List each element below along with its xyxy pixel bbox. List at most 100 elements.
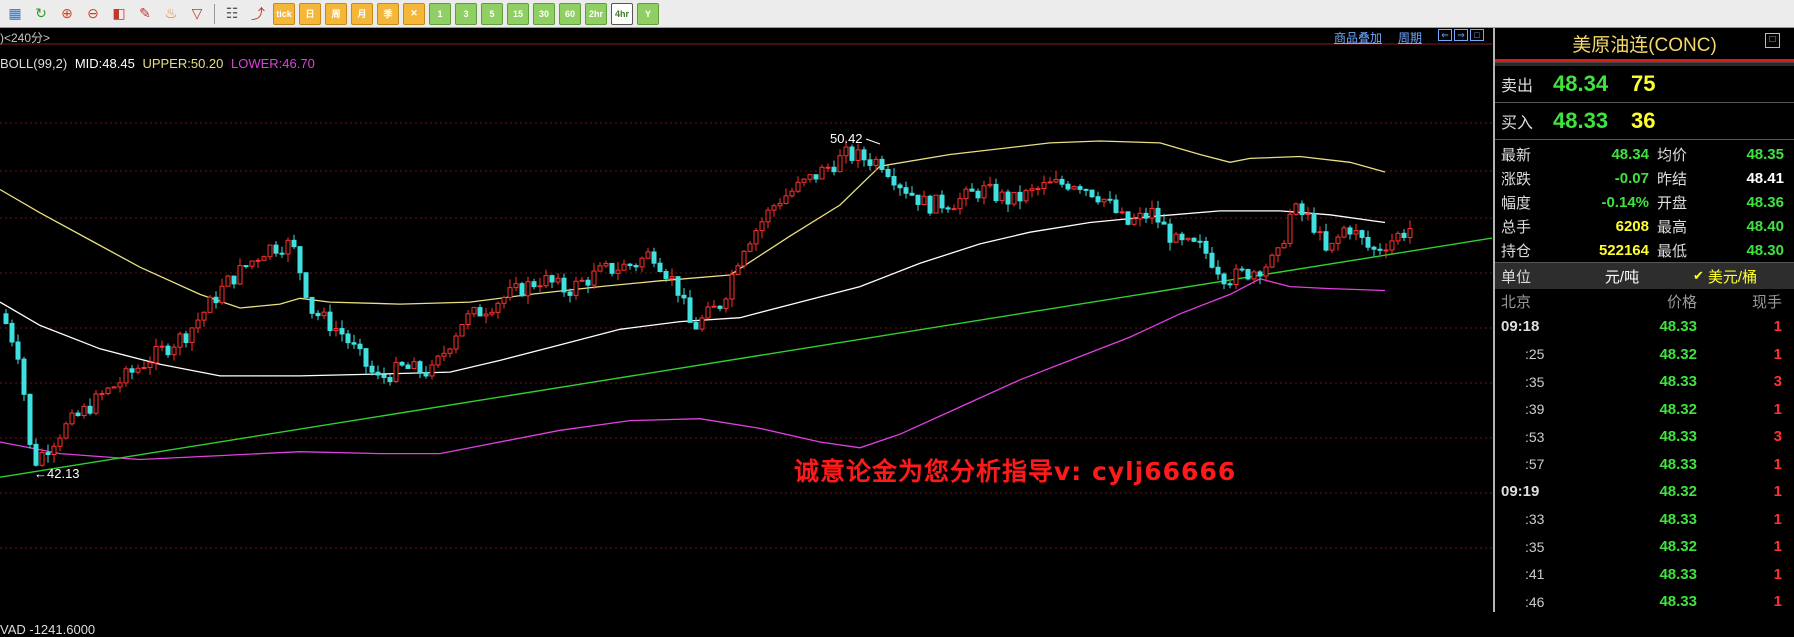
quarter-button[interactable]: 季 xyxy=(377,2,399,25)
hour4-button[interactable]: 4hr xyxy=(611,2,633,25)
candle xyxy=(231,275,237,289)
candle xyxy=(735,262,741,276)
trend-icon[interactable]: ⤴ xyxy=(247,3,269,25)
bid-volume: 36 xyxy=(1631,108,1656,133)
candle-body xyxy=(27,393,33,445)
candle xyxy=(675,276,681,303)
info-value: 48.40 xyxy=(1746,217,1784,235)
tick-time: 09:18 xyxy=(1501,318,1540,336)
overlay-link[interactable]: 商品叠加 xyxy=(1334,29,1382,46)
table-icon[interactable]: ☷ xyxy=(221,3,243,25)
candle-body xyxy=(615,269,621,274)
candle xyxy=(561,273,567,297)
info-value: 6208 xyxy=(1615,217,1649,235)
unit-option-cny[interactable]: 元/吨 xyxy=(1563,266,1681,287)
min30-button[interactable]: 30 xyxy=(533,2,555,25)
panel-toggle-icon[interactable]: □ xyxy=(1765,33,1780,48)
candle xyxy=(465,309,471,330)
info-value: 48.30 xyxy=(1746,241,1784,259)
candle xyxy=(351,334,357,349)
candle-body xyxy=(651,251,657,264)
unit-row[interactable]: 单位 元/吨 ✔ 美元/桶 xyxy=(1495,263,1794,289)
year-button[interactable]: Y xyxy=(637,2,659,25)
candle xyxy=(459,324,465,337)
week-button[interactable]: 周 xyxy=(325,2,347,25)
candle-body xyxy=(489,311,495,315)
min1-button[interactable]: 1 xyxy=(429,2,451,25)
candle xyxy=(1371,245,1377,257)
multi-period-button[interactable]: ✕ xyxy=(403,2,425,25)
candle xyxy=(363,347,369,375)
pen-icon[interactable]: ✎ xyxy=(134,3,156,25)
tick-qty: 3 xyxy=(1773,428,1782,446)
candle xyxy=(1389,233,1395,254)
candle-body xyxy=(1221,273,1227,285)
brush-icon[interactable]: ♨ xyxy=(160,3,182,25)
candle xyxy=(549,274,555,289)
candle xyxy=(969,183,975,192)
candle xyxy=(645,247,651,260)
instrument-title: 美原油连(CONC) □ xyxy=(1495,28,1794,62)
candle xyxy=(3,309,9,325)
tick-row: :35 48.32 1 xyxy=(1495,533,1794,561)
nav-left-icon[interactable]: ⇐ xyxy=(1438,29,1452,41)
zoom-out-icon[interactable]: ⊖ xyxy=(82,3,104,25)
min60-button[interactable]: 60 xyxy=(559,2,581,25)
candle xyxy=(285,237,291,262)
candle-body xyxy=(9,322,15,343)
info-value: -0.07 xyxy=(1614,169,1649,187)
candle xyxy=(777,198,783,210)
boll-upper-line xyxy=(0,140,1386,309)
candle-body xyxy=(1377,248,1383,251)
tick-list[interactable]: 09:18 48.33 1:25 48.32 1:35 48.33 3:39 48.32 1:5… xyxy=(1495,313,1794,616)
candle xyxy=(537,277,543,292)
kline-chart[interactable]: 50.42 ←42.13 )<240分> 商品叠加 周期 ⇐ ⇒ □ BOLL(9… xyxy=(0,28,1492,637)
candle xyxy=(1209,246,1215,269)
hour2-button[interactable]: 2hr xyxy=(585,2,607,25)
candle-body xyxy=(351,342,357,345)
nav-box-icon[interactable]: □ xyxy=(1470,29,1484,41)
min5-button[interactable]: 5 xyxy=(481,2,503,25)
tick-price: 48.33 xyxy=(1659,455,1697,473)
candle xyxy=(39,448,45,467)
candle-body xyxy=(345,333,351,344)
candle-body xyxy=(753,230,759,245)
candle-body xyxy=(639,257,645,268)
candle-body xyxy=(1287,213,1293,244)
candle-body xyxy=(1113,199,1119,213)
refresh-icon[interactable]: ↻ xyxy=(30,3,52,25)
candle-body xyxy=(303,272,309,298)
candle xyxy=(1401,229,1407,241)
tick-price: 48.32 xyxy=(1659,400,1697,418)
candle xyxy=(909,186,915,197)
period-link[interactable]: 周期 xyxy=(1398,29,1422,46)
candle-body xyxy=(21,358,27,395)
candle xyxy=(333,320,339,337)
window-icon[interactable]: ◧ xyxy=(108,3,130,25)
candle-body xyxy=(417,361,423,373)
grid-icon[interactable]: ▦ xyxy=(4,3,26,25)
candle xyxy=(693,317,699,330)
candle-body xyxy=(99,393,105,396)
candle-body xyxy=(57,437,63,447)
boll-mid: MID:48.45 xyxy=(74,56,135,71)
candle xyxy=(951,204,957,211)
nav-right-icon[interactable]: ⇒ xyxy=(1454,29,1468,41)
info-label: 昨结 xyxy=(1657,170,1688,188)
candle-body xyxy=(1095,196,1101,203)
candle-body xyxy=(153,345,159,364)
min3-button[interactable]: 3 xyxy=(455,2,477,25)
candle-body xyxy=(171,346,177,356)
candle xyxy=(1347,225,1353,240)
unit-option-usd[interactable]: 美元/桶 xyxy=(1708,266,1757,287)
day-button[interactable]: 日 xyxy=(299,2,321,25)
tick-qty: 1 xyxy=(1773,483,1782,501)
min15-button[interactable]: 15 xyxy=(507,2,529,25)
candle-body xyxy=(471,307,477,315)
filter-icon[interactable]: ▽ xyxy=(186,3,208,25)
tick-button[interactable]: tick xyxy=(273,2,295,25)
tick-time: :46 xyxy=(1525,593,1545,610)
month-button[interactable]: 月 xyxy=(351,2,373,25)
candle-body xyxy=(1329,242,1335,251)
zoom-in-icon[interactable]: ⊕ xyxy=(56,3,78,25)
